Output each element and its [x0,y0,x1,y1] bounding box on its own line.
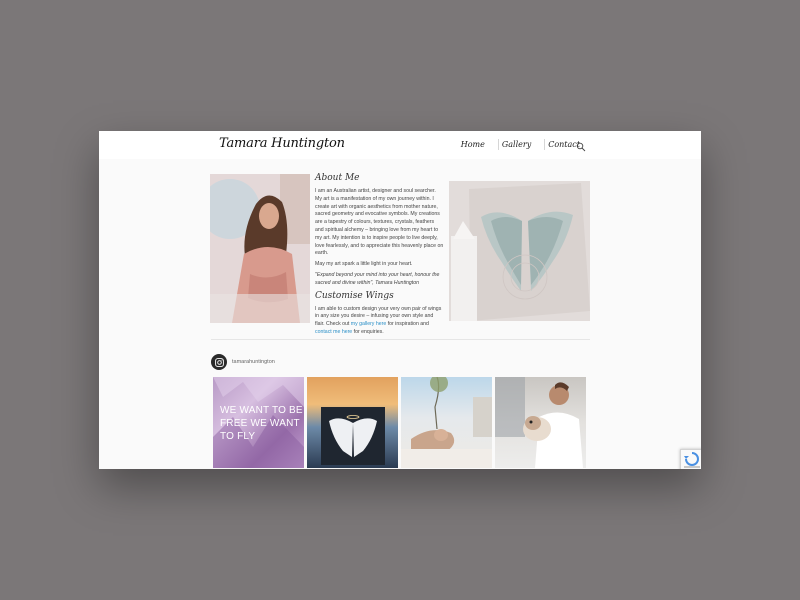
menu-gallery[interactable]: Gallery [497,139,534,150]
instagram-handle[interactable]: tamarahuntington [232,359,275,365]
section-divider [211,339,590,340]
about-heading: About Me [315,173,360,183]
customise-text-end: for enquiries. [353,328,384,335]
instagram-header[interactable]: tamarahuntington [211,354,275,370]
instagram-post[interactable] [401,377,492,468]
browser-window: Tamara Huntington Home Gallery Contact A [99,131,701,469]
instagram-post[interactable]: WE WANT TO BE FREE WE WANT TO FLY [213,377,304,468]
instagram-grid: WE WANT TO BE FREE WE WANT TO FLY [213,377,586,468]
contact-link[interactable]: contact me here [315,329,352,335]
customise-text-mid: for inspiration and [387,321,429,328]
about-tagline: May my art spark a little light in your … [315,261,413,268]
search-icon[interactable] [576,139,586,152]
menu-home[interactable]: Home [458,139,488,150]
main-menu: Home Gallery Contact [458,139,583,150]
instagram-icon[interactable] [211,354,227,370]
customise-heading: Customise Wings [315,290,394,301]
recaptcha-badge[interactable] [680,449,701,469]
site-header: Tamara Huntington Home Gallery Contact [99,131,701,159]
about-quote: "Expand beyond your mind into your heart… [315,271,440,286]
instagram-post-caption: WE WANT TO BE FREE WE WANT TO FLY [220,405,303,442]
wings-artwork-photo [449,181,590,321]
instagram-post[interactable] [495,377,586,468]
artist-portrait-photo [210,174,310,323]
site-logo[interactable]: Tamara Huntington [219,136,345,151]
gallery-link[interactable]: my gallery here [351,321,386,327]
about-paragraph: I am an Australian artist, designer and … [315,188,444,257]
customise-paragraph: I am able to custom design your very own… [315,306,444,337]
about-section: About Me I am an Australian artist, desi… [315,173,444,340]
instagram-post[interactable] [307,377,398,468]
